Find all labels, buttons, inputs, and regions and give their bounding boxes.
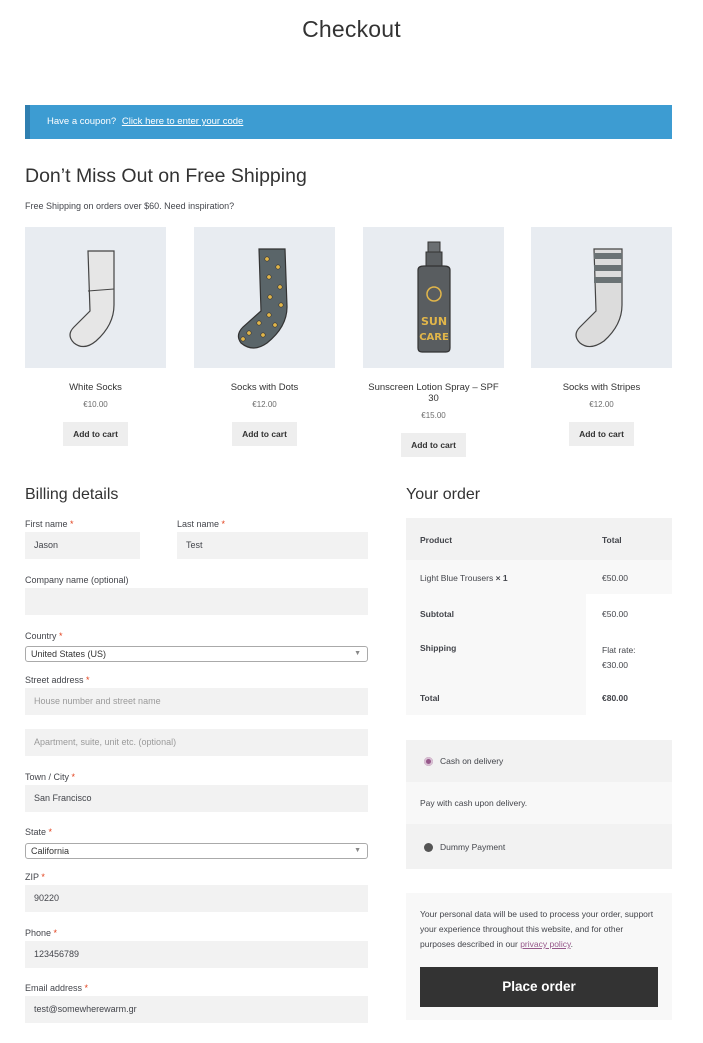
coupon-notice: Have a coupon? Click here to enter your … bbox=[25, 105, 672, 139]
first-name-field[interactable]: Jason bbox=[25, 532, 140, 559]
product-thumbnail[interactable]: SUN CARE bbox=[363, 227, 504, 368]
order-item-name: Light Blue Trousers × 1 bbox=[420, 573, 508, 583]
shipping-label: Shipping bbox=[420, 643, 457, 653]
payment-option-cod[interactable]: Cash on delivery bbox=[406, 740, 672, 782]
svg-text:SUN: SUN bbox=[420, 315, 446, 328]
phone-field[interactable]: 123456789 bbox=[25, 941, 368, 968]
street-address-2-field[interactable]: Apartment, suite, unit etc. (optional) bbox=[25, 729, 368, 756]
city-field[interactable]: San Francisco bbox=[25, 785, 368, 812]
required-mark: * bbox=[41, 872, 45, 882]
email-field[interactable]: test@somewherewarm.gr bbox=[25, 996, 368, 1023]
product-thumbnail[interactable] bbox=[531, 227, 672, 368]
street-label: Street address * bbox=[25, 675, 90, 685]
product-card: Socks with Dots €12.00 Add to cart bbox=[194, 227, 335, 446]
cod-description: Pay with cash upon delivery. bbox=[406, 782, 672, 824]
required-mark: * bbox=[53, 928, 58, 938]
payment-option-dummy[interactable]: Dummy Payment bbox=[406, 826, 672, 868]
city-label: Town / City * bbox=[25, 772, 76, 782]
order-item-total: €50.00 bbox=[602, 573, 628, 583]
page-title: Checkout bbox=[302, 16, 401, 42]
street-address-field[interactable]: House number and street name bbox=[25, 688, 368, 715]
order-title: Your order bbox=[406, 486, 481, 503]
subtotal-label: Subtotal bbox=[420, 609, 454, 619]
product-card: Socks with Stripes €12.00 Add to cart bbox=[531, 227, 672, 446]
order-head-product: Product bbox=[420, 535, 453, 545]
subtotal-value: €50.00 bbox=[602, 609, 628, 619]
product-name[interactable]: Socks with Stripes bbox=[531, 382, 672, 393]
last-name-label: Last name * bbox=[177, 519, 226, 529]
product-price: €15.00 bbox=[421, 411, 446, 420]
product-card: SUN CARE Sunscreen Lotion Spray – SPF 30… bbox=[363, 227, 504, 457]
required-mark: * bbox=[59, 631, 63, 641]
zip-field[interactable]: 90220 bbox=[25, 885, 368, 912]
product-thumbnail[interactable] bbox=[25, 227, 166, 368]
chevron-down-icon: ▼ bbox=[354, 847, 361, 854]
coupon-link[interactable]: Click here to enter your code bbox=[122, 116, 243, 127]
add-to-cart-button[interactable]: Add to cart bbox=[63, 422, 128, 446]
add-to-cart-button[interactable]: Add to cart bbox=[401, 433, 466, 457]
promo-title: Don’t Miss Out on Free Shipping bbox=[25, 165, 307, 187]
required-mark: * bbox=[86, 675, 90, 685]
state-value: California bbox=[31, 846, 70, 856]
first-name-label: First name * bbox=[25, 519, 74, 529]
product-price: €12.00 bbox=[252, 400, 277, 409]
product-card: White Socks €10.00 Add to cart bbox=[25, 227, 166, 446]
product-price: €10.00 bbox=[83, 400, 108, 409]
coupon-text: Have a coupon? bbox=[47, 116, 117, 127]
phone-label: Phone * bbox=[25, 928, 58, 938]
add-to-cart-button[interactable]: Add to cart bbox=[232, 422, 297, 446]
total-label: Total bbox=[420, 693, 440, 703]
add-to-cart-button[interactable]: Add to cart bbox=[569, 422, 634, 446]
product-price: €12.00 bbox=[589, 400, 614, 409]
product-name[interactable]: Socks with Dots bbox=[194, 382, 335, 393]
last-name-field[interactable]: Test bbox=[177, 532, 368, 559]
privacy-policy-link[interactable]: privacy policy bbox=[520, 939, 570, 949]
svg-text:CARE: CARE bbox=[419, 332, 449, 343]
required-mark: * bbox=[71, 772, 76, 782]
country-select[interactable]: United States (US) ▼ bbox=[25, 646, 368, 662]
required-mark: * bbox=[221, 519, 226, 529]
required-mark: * bbox=[70, 519, 74, 529]
state-label: State * bbox=[25, 827, 53, 837]
country-label: Country * bbox=[25, 631, 63, 641]
product-name[interactable]: Sunscreen Lotion Spray – SPF 30 bbox=[363, 382, 504, 404]
order-item-qty: × 1 bbox=[495, 573, 508, 583]
dotted-sock-icon bbox=[237, 247, 288, 349]
required-mark: * bbox=[84, 983, 89, 993]
radio-selected-icon[interactable] bbox=[424, 757, 433, 766]
order-head-total: Total bbox=[602, 535, 622, 545]
dummy-label: Dummy Payment bbox=[440, 842, 506, 852]
white-sock-icon bbox=[68, 249, 115, 347]
place-order-button[interactable]: Place order bbox=[420, 967, 658, 1007]
privacy-section: Your personal data will be used to proce… bbox=[406, 893, 672, 1020]
radio-unselected-icon[interactable] bbox=[424, 843, 433, 852]
email-label: Email address * bbox=[25, 983, 89, 993]
shipping-value: Flat rate: €30.00 bbox=[602, 645, 636, 670]
sunscreen-bottle-icon: SUN CARE bbox=[416, 241, 451, 353]
cod-label: Cash on delivery bbox=[440, 756, 504, 766]
company-label: Company name (optional) bbox=[25, 575, 129, 585]
striped-sock-icon bbox=[574, 247, 623, 347]
zip-label: ZIP * bbox=[25, 872, 45, 882]
promo-subtitle: Free Shipping on orders over $60. Need i… bbox=[25, 201, 235, 211]
total-value: €80.00 bbox=[602, 693, 628, 703]
privacy-text: Your personal data will be used to proce… bbox=[420, 909, 654, 949]
order-table: Product Total Light Blue Trousers × 1 €5… bbox=[406, 518, 672, 715]
company-field[interactable] bbox=[25, 588, 368, 615]
product-name[interactable]: White Socks bbox=[25, 382, 166, 393]
required-mark: * bbox=[48, 827, 53, 837]
country-value: United States (US) bbox=[31, 649, 107, 659]
billing-title: Billing details bbox=[25, 486, 119, 503]
state-select[interactable]: California ▼ bbox=[25, 843, 368, 859]
product-thumbnail[interactable] bbox=[194, 227, 335, 368]
chevron-down-icon: ▼ bbox=[354, 650, 361, 657]
